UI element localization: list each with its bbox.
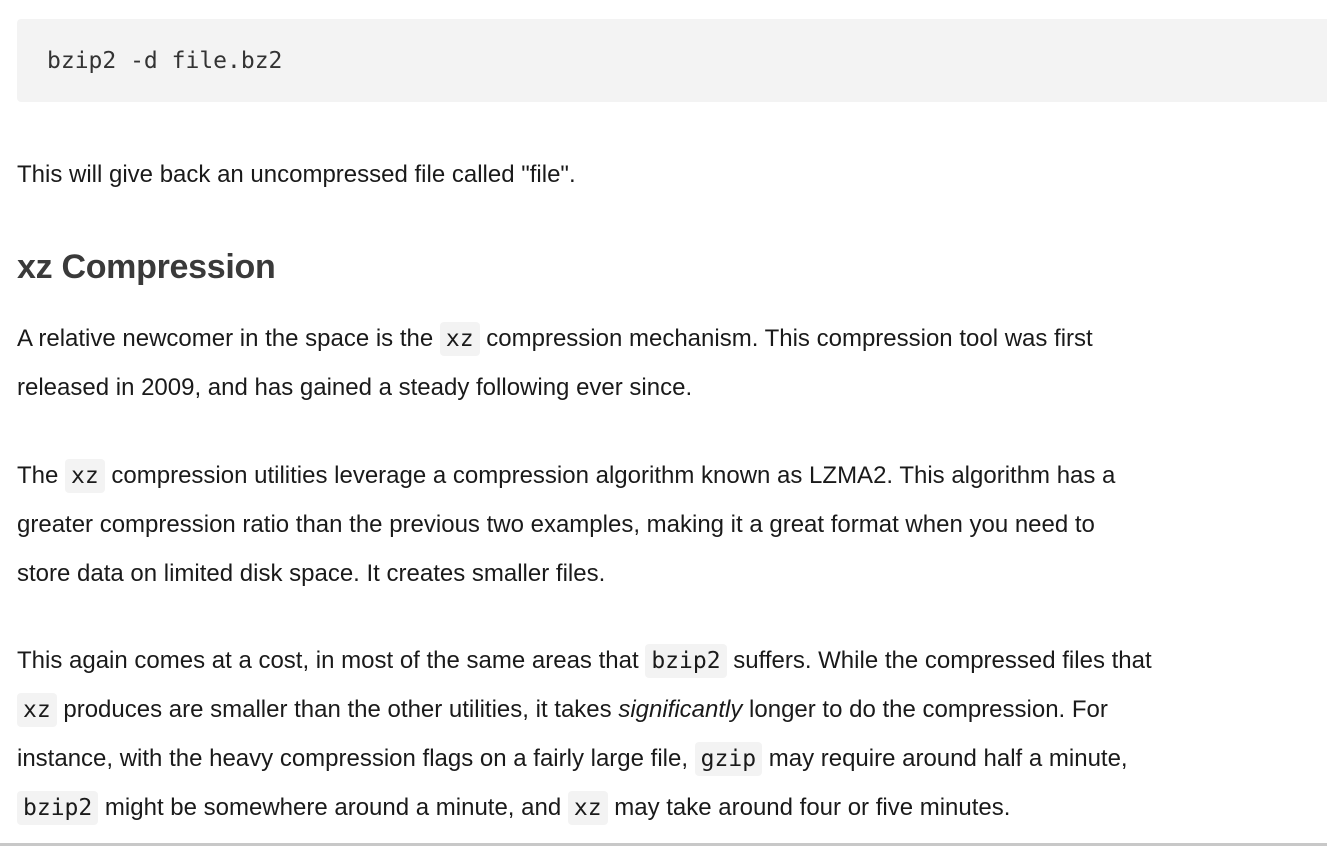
paragraph-line: xz produces are smaller than the other u… (17, 685, 1317, 734)
code-command: bzip2 -d file.bz2 (47, 48, 283, 74)
inline-code-xz: xz (439, 322, 480, 356)
paragraph-line: A relative newcomer in the space is the … (17, 314, 1317, 363)
paragraph-line: instance, with the heavy compression fla… (17, 734, 1317, 783)
paragraph-line: released in 2009, and has gained a stead… (17, 374, 693, 401)
paragraph-line: store data on limited disk space. It cre… (17, 560, 606, 587)
emphasis-text: significantly (618, 696, 743, 723)
paragraph-line: The xz compression utilities leverage a … (17, 451, 1317, 500)
paragraph-line: greater compression ratio than the previ… (17, 511, 1095, 538)
result-paragraph: This will give back an uncompressed file… (17, 161, 576, 188)
code-block: bzip2 -d file.bz2 (17, 19, 1327, 102)
inline-code-gzip: gzip (694, 742, 763, 776)
paragraph-algorithm: The xz compression utilities leverage a … (17, 451, 1317, 598)
paragraph-line: bzip2 might be somewhere around a minute… (17, 783, 1317, 832)
paragraph-line: This again comes at a cost, in most of t… (17, 636, 1317, 685)
paragraph-intro: A relative newcomer in the space is the … (17, 314, 1317, 412)
inline-code-bzip2: bzip2 (645, 644, 727, 678)
inline-code-xz: xz (567, 791, 608, 825)
section-heading: xz Compression (17, 248, 276, 286)
inline-code-xz: xz (65, 459, 105, 493)
inline-code-bzip2: bzip2 (17, 791, 99, 825)
inline-code-xz: xz (17, 693, 57, 727)
paragraph-cost: This again comes at a cost, in most of t… (17, 636, 1317, 832)
